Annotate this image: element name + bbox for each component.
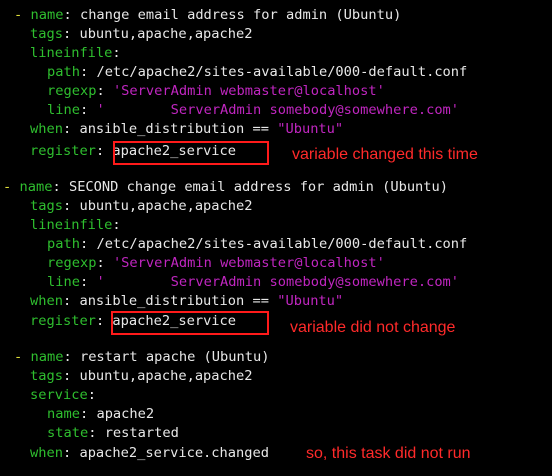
key-name: name	[47, 406, 80, 422]
task2-name: SECOND change email address for admin (U…	[68, 179, 449, 195]
task-dash: -	[14, 7, 23, 23]
key-state: state	[47, 425, 89, 441]
task1-path-line: path: /etc/apache2/sites-available/000-d…	[47, 64, 468, 80]
task3-state-line: state: restarted	[47, 425, 179, 441]
task1-tags: ubuntu,apache,apache2	[79, 26, 253, 42]
task3-when-line: when: apache2_service.changed	[30, 445, 269, 461]
task3-name-line: - name: restart apache (Ubuntu)	[14, 349, 270, 365]
task2-annotation: variable did not change	[290, 319, 456, 336]
task2-linekey-line: line: ' ServerAdmin somebody@somewhere.c…	[47, 274, 460, 290]
key-tags: tags	[30, 26, 63, 42]
task1-annotation: variable changed this time	[292, 146, 478, 163]
key-path: path	[47, 64, 80, 80]
task2-when-value: "Ubuntu"	[277, 293, 344, 309]
task1-register-highlight	[113, 141, 269, 165]
task2-regexp: 'ServerAdmin webmaster@localhost'	[112, 255, 385, 271]
key-name: name	[30, 349, 64, 365]
task2-name-line: - name: SECOND change email address for …	[3, 179, 449, 195]
task1-line: ' ServerAdmin somebody@somewhere.com'	[96, 102, 460, 118]
key-service: service	[30, 387, 88, 403]
task2-path-line: path: /etc/apache2/sites-available/000-d…	[47, 236, 468, 252]
key-when: when	[30, 445, 63, 461]
task3-name: restart apache (Ubuntu)	[79, 349, 270, 365]
task1-when-line: when: ansible_distribution == "Ubuntu"	[30, 121, 344, 137]
key-regexp: regexp	[47, 255, 97, 271]
task-dash: -	[3, 179, 12, 195]
key-register: register	[30, 313, 96, 329]
task1-name-line: - name: change email address for admin (…	[14, 7, 402, 23]
task1-path: /etc/apache2/sites-available/000-default…	[96, 64, 468, 80]
task2-when-line: when: ansible_distribution == "Ubuntu"	[30, 293, 344, 309]
key-tags: tags	[30, 198, 63, 214]
task1-when-value: "Ubuntu"	[277, 121, 344, 137]
task1-regexp-line: regexp: 'ServerAdmin webmaster@localhost…	[47, 83, 385, 99]
task1-regexp: 'ServerAdmin webmaster@localhost'	[112, 83, 385, 99]
task2-path: /etc/apache2/sites-available/000-default…	[96, 236, 468, 252]
task1-tags-line: tags: ubuntu,apache,apache2	[30, 26, 253, 42]
task2-lineinfile-line: lineinfile:	[30, 217, 121, 233]
task2-regexp-line: regexp: 'ServerAdmin webmaster@localhost…	[47, 255, 385, 271]
key-tags: tags	[30, 368, 63, 384]
task3-service-name: apache2	[96, 406, 155, 422]
task3-tags: ubuntu,apache,apache2	[79, 368, 253, 384]
task1-lineinfile-line: lineinfile:	[30, 45, 121, 61]
task3-state: restarted	[104, 425, 179, 441]
task3-service-line: service:	[30, 387, 96, 403]
key-when: when	[30, 293, 63, 309]
task3-tags-line: tags: ubuntu,apache,apache2	[30, 368, 253, 384]
key-path: path	[47, 236, 80, 252]
key-lineinfile: lineinfile	[30, 217, 113, 233]
key-name: name	[30, 7, 64, 23]
key-regexp: regexp	[47, 83, 97, 99]
task3-when-value: apache2_service.changed	[79, 445, 269, 461]
key-when: when	[30, 121, 63, 137]
task2-register-highlight	[111, 311, 269, 335]
task2-tags-line: tags: ubuntu,apache,apache2	[30, 198, 253, 214]
key-line: line	[47, 102, 80, 118]
task1-name: change email address for admin (Ubuntu)	[79, 7, 402, 23]
key-name: name	[19, 179, 53, 195]
task3-service-name-line: name: apache2	[47, 406, 155, 422]
key-line: line	[47, 274, 80, 290]
key-lineinfile: lineinfile	[30, 45, 113, 61]
task3-annotation: so, this task did not run	[306, 445, 471, 462]
task1-linekey-line: line: ' ServerAdmin somebody@somewhere.c…	[47, 102, 460, 118]
key-register: register	[30, 143, 96, 159]
task2-tags: ubuntu,apache,apache2	[79, 198, 253, 214]
task2-line: ' ServerAdmin somebody@somewhere.com'	[96, 274, 460, 290]
task-dash: -	[14, 349, 23, 365]
